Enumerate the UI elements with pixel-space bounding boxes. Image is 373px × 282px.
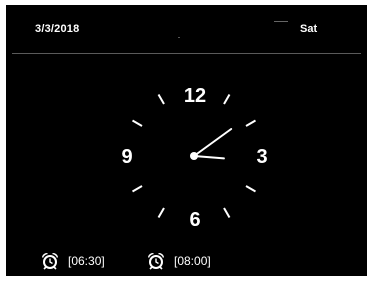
hour-hand xyxy=(193,155,225,160)
clock-screen: 3/3/2018 Sat 12 3 6 9 [06:30] [08:00] xyxy=(6,5,367,276)
clock-center-pin xyxy=(190,152,198,160)
numeral-3: 3 xyxy=(256,146,267,168)
alarm-time-2: [08:00] xyxy=(174,254,211,268)
header-tick xyxy=(274,21,288,22)
clock-face: 12 3 6 9 xyxy=(121,85,267,231)
alarm-2[interactable]: [08:00] xyxy=(145,251,211,271)
header-divider xyxy=(12,53,361,54)
alarm-1[interactable]: [06:30] xyxy=(39,251,105,271)
hour-tick-4 xyxy=(245,185,257,193)
day-label: Sat xyxy=(300,23,318,35)
hour-tick-5 xyxy=(223,207,231,219)
numeral-9: 9 xyxy=(121,146,132,168)
hour-tick-7 xyxy=(157,207,165,219)
analog-clock: 12 3 6 9 xyxy=(6,55,367,245)
header-marker xyxy=(178,37,180,38)
hour-tick-1 xyxy=(223,93,231,105)
hour-tick-8 xyxy=(131,185,143,193)
alarm-bar: [06:30] [08:00] xyxy=(6,245,367,276)
header-bar: 3/3/2018 Sat xyxy=(6,5,367,55)
alarm-clock-icon xyxy=(42,252,58,270)
minute-hand xyxy=(193,128,233,157)
hour-tick-10 xyxy=(131,119,143,127)
numeral-6: 6 xyxy=(189,209,200,231)
hour-tick-11 xyxy=(157,93,165,105)
numeral-12: 12 xyxy=(184,85,206,107)
date-label: 3/3/2018 xyxy=(35,23,80,35)
hour-tick-2 xyxy=(245,119,257,127)
alarm-clock-icon xyxy=(148,252,164,270)
alarm-time-1: [06:30] xyxy=(68,254,105,268)
